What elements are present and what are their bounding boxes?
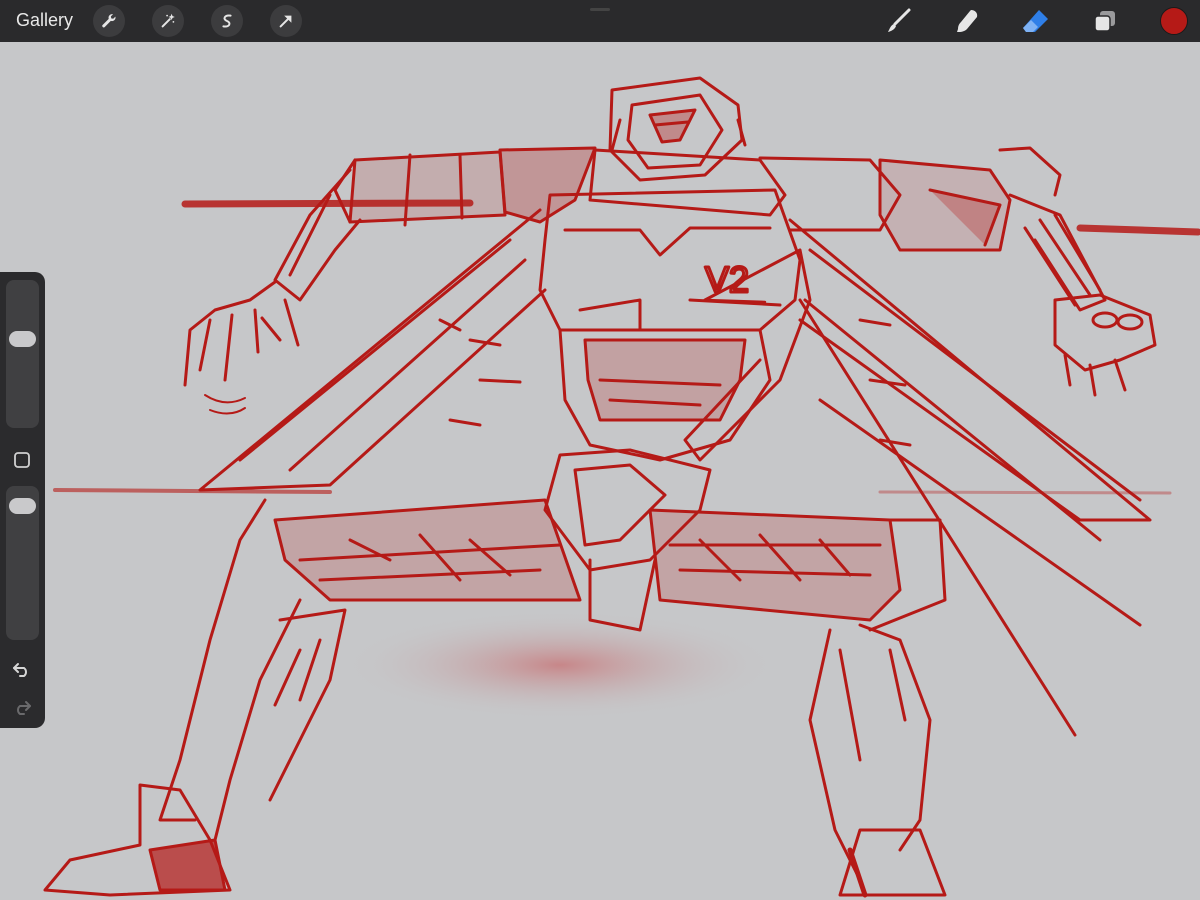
modify-button[interactable] [12, 450, 32, 470]
wrench-icon [102, 14, 116, 28]
toolbar-grabber [590, 8, 610, 11]
top-toolbar: Gallery [0, 0, 1200, 42]
brush-tool-button[interactable] [884, 6, 914, 36]
smudge-tool-button[interactable] [952, 6, 982, 36]
opacity-thumb[interactable] [9, 498, 36, 515]
left-sidebar [0, 272, 45, 728]
robot-sketch: V2 [43, 76, 1200, 898]
square-icon [14, 452, 30, 468]
brush-size-thumb[interactable] [9, 330, 36, 347]
opacity-slider[interactable] [6, 486, 39, 640]
transform-button[interactable] [270, 5, 302, 37]
eraser-icon [1023, 10, 1048, 32]
gallery-button[interactable]: Gallery [16, 10, 73, 31]
magic-wand-icon [161, 13, 175, 28]
eraser-tool-button[interactable] [1021, 6, 1051, 36]
layers-icon [1094, 11, 1115, 32]
redo-button[interactable] [10, 696, 34, 718]
layers-button[interactable] [1090, 6, 1120, 36]
drawing-canvas[interactable]: V2 [0, 42, 1200, 900]
selection-button[interactable] [211, 5, 243, 37]
transform-arrow-icon [279, 15, 292, 28]
actions-button[interactable] [93, 5, 125, 37]
smudge-icon [957, 10, 978, 32]
adjustments-button[interactable] [152, 5, 184, 37]
brush-icon [888, 8, 911, 32]
color-picker-button[interactable] [1160, 7, 1188, 35]
selection-icon [222, 14, 232, 28]
undo-icon [13, 663, 27, 677]
redo-icon [17, 701, 31, 715]
brush-size-slider[interactable] [6, 280, 39, 428]
undo-button[interactable] [10, 658, 34, 680]
